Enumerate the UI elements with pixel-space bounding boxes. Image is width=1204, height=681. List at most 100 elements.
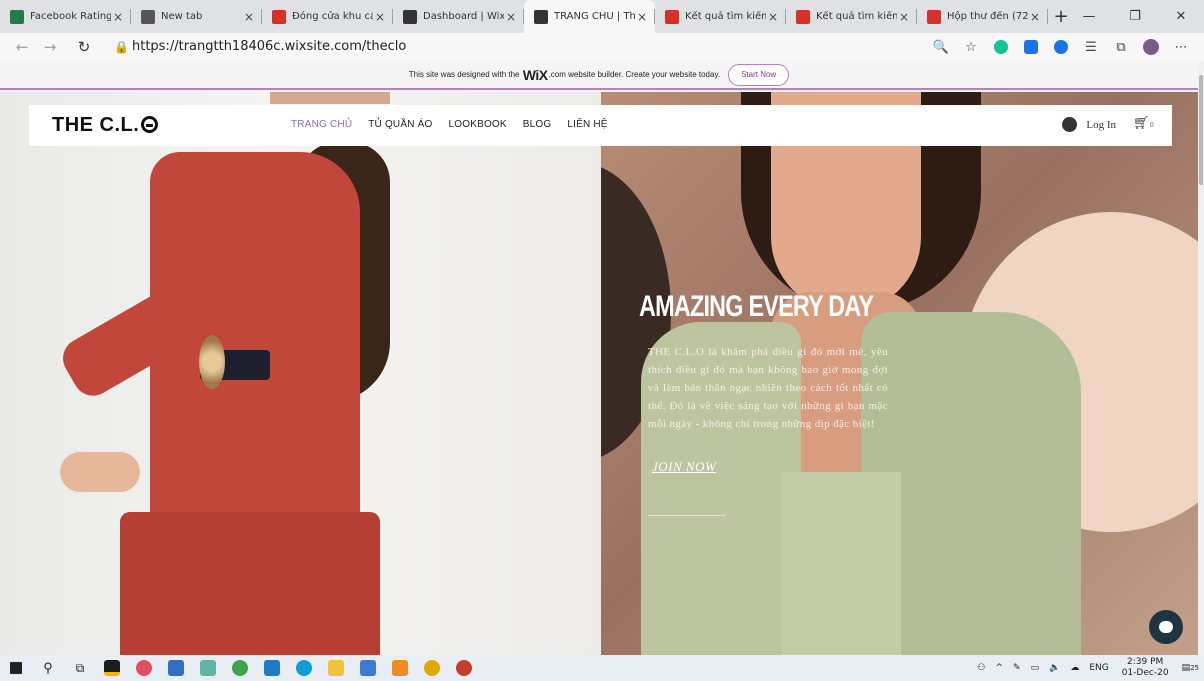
browser-tab[interactable]: New tab × — [131, 0, 262, 33]
start-windows-icon[interactable] — [0, 655, 32, 681]
window-controls: — ❐ ✕ — [1066, 0, 1204, 33]
green-top-shape — [781, 472, 901, 655]
site-logo[interactable]: THE C.L. — [52, 114, 159, 137]
tab-close-icon[interactable]: × — [373, 10, 387, 24]
app-vpn-icon[interactable] — [352, 655, 384, 681]
menu-item[interactable]: BLOG — [523, 119, 552, 130]
tab-title: Hộp thư đến (72) — [947, 11, 1028, 22]
back-arrow-icon[interactable]: ← — [8, 38, 36, 56]
forward-arrow-icon[interactable]: → — [36, 38, 64, 56]
address-bar: ← → ↻ 🔒 https://trangtth18406c.wixsite.c… — [0, 33, 1204, 61]
people-icon[interactable]: ⚇ — [977, 663, 985, 673]
profile-avatar[interactable] — [1136, 37, 1166, 57]
refresh-icon[interactable]: ↻ — [70, 38, 98, 56]
language-indicator[interactable]: ENG — [1089, 663, 1108, 673]
edge-browser-icon[interactable] — [288, 655, 320, 681]
app-orange-icon[interactable] — [384, 655, 416, 681]
user-avatar-icon — [1062, 117, 1078, 132]
notification-count: 25 — [1190, 664, 1199, 672]
battery-icon[interactable]: ▭ — [1031, 663, 1040, 673]
slides-icon — [272, 9, 286, 24]
menu-item[interactable]: LIÊN HỆ — [567, 119, 607, 130]
windows-taskbar: ⚲ ⧉ ⚇ ^ ✎ ▭ 🔈 ☁ ENG 2:39 PM 01-Dec-20 ▤2… — [0, 655, 1204, 681]
hero-image-left — [0, 92, 601, 655]
tab-close-icon[interactable]: × — [242, 10, 256, 24]
app-globe-icon[interactable] — [224, 655, 256, 681]
logo-text: THE C.L. — [52, 114, 140, 136]
scrollbar-thumb[interactable] — [1199, 75, 1203, 185]
start-now-button[interactable]: Start Now — [728, 63, 790, 86]
login-link[interactable]: Log In — [1062, 117, 1116, 132]
system-tray: ⚇ ^ ✎ ▭ 🔈 ☁ ENG 2:39 PM 01-Dec-20 ▤25 — [972, 655, 1204, 681]
menu-item[interactable]: TỦ QUẦN ÁO — [368, 119, 432, 130]
neck-shape — [270, 92, 390, 104]
restore-icon[interactable]: ❐ — [1112, 0, 1158, 33]
sheet-icon — [10, 9, 24, 24]
file-explorer-icon[interactable] — [320, 655, 352, 681]
browser-tab[interactable]: TRANG CHỦ | The × — [524, 0, 655, 33]
pen-icon[interactable]: ✎ — [1013, 663, 1021, 673]
grammarly-extension-icon[interactable] — [986, 37, 1016, 57]
browser-tab-strip: Facebook Rating.x×New tab×Đóng cửa khu c… — [0, 0, 1204, 33]
cloud-icon[interactable]: ☁ — [1070, 663, 1079, 673]
chrome-icon[interactable] — [416, 655, 448, 681]
tray-chevron-icon[interactable]: ^ — [996, 663, 1004, 673]
snip-app-icon[interactable] — [128, 655, 160, 681]
tab-list: Facebook Rating.x×New tab×Đóng cửa khu c… — [0, 0, 1048, 33]
volume-icon[interactable]: 🔈 — [1049, 663, 1060, 673]
gmail-icon — [927, 9, 941, 24]
cart-button[interactable]: 🛒︎0 — [1133, 116, 1154, 131]
chat-button[interactable] — [1149, 610, 1183, 644]
wix-banner-text-post: .com website builder. Create your websit… — [548, 70, 721, 79]
tab-close-icon[interactable]: × — [111, 10, 125, 24]
browser-tab[interactable]: Kết quả tìm kiếm -× — [786, 0, 917, 33]
tab-close-icon[interactable]: × — [897, 10, 911, 24]
tab-separator — [1047, 9, 1048, 24]
zoom-icon[interactable]: 🔍 — [926, 37, 956, 57]
url-field[interactable]: 🔒 https://trangtth18406c.wixsite.com/the… — [114, 39, 406, 54]
app-red-icon[interactable] — [448, 655, 480, 681]
notification-icon[interactable]: ▤25 — [1182, 663, 1199, 673]
tab-title: Kết quả tìm kiếm - — [816, 11, 897, 22]
tab-close-icon[interactable]: × — [504, 10, 518, 24]
more-menu-icon[interactable]: ⋯ — [1166, 37, 1196, 57]
hero-description: THE C.L.O là khám phá điều gì đó mới mẻ,… — [648, 346, 888, 430]
favorites-icon[interactable]: ☰ — [1076, 37, 1106, 57]
task-view-icon[interactable]: ⧉ — [64, 655, 96, 681]
clock-time: 2:39 PM — [1127, 657, 1164, 667]
menu-item[interactable]: TRANG CHỦ — [291, 119, 352, 130]
tab-close-icon[interactable]: × — [1028, 10, 1042, 24]
clock[interactable]: 2:39 PM 01-Dec-20 — [1122, 657, 1169, 679]
logo-eye-icon — [141, 116, 159, 133]
red-skirt-shape — [120, 512, 380, 655]
minimize-icon[interactable]: — — [1066, 0, 1112, 33]
vscode-icon[interactable] — [256, 655, 288, 681]
azure-app-icon[interactable] — [160, 655, 192, 681]
browser-tab[interactable]: Facebook Rating.x× — [0, 0, 131, 33]
browser-tab[interactable]: Dashboard | Wix.c× — [393, 0, 524, 33]
browser-tab[interactable]: Kết quả tìm kiếm -× — [655, 0, 786, 33]
tab-title: New tab — [161, 11, 203, 22]
extension-blue-icon[interactable] — [1016, 37, 1046, 57]
newtab-icon — [141, 9, 155, 24]
page-scrollbar[interactable] — [1198, 61, 1204, 655]
collections-icon[interactable]: ⧉ — [1106, 37, 1136, 57]
tab-close-icon[interactable]: × — [766, 10, 780, 24]
tab-title: Facebook Rating.x — [30, 11, 111, 22]
app-green-icon[interactable] — [192, 655, 224, 681]
close-window-icon[interactable]: ✕ — [1158, 0, 1204, 33]
wix-promo-banner: This site was designed with the WiX .com… — [0, 61, 1198, 90]
browser-toolbar: 🔍 ☆ ☰ ⧉ ⋯ — [926, 37, 1196, 57]
extension-dot-icon[interactable] — [1046, 37, 1076, 57]
browser-tab[interactable]: Hộp thư đến (72) × — [917, 0, 1048, 33]
sticky-app-icon[interactable] — [96, 655, 128, 681]
cart-count: 0 — [1149, 121, 1154, 129]
menu-item[interactable]: LOOKBOOK — [448, 119, 506, 130]
join-now-link[interactable]: JOIN NOW — [652, 459, 716, 475]
tab-close-icon[interactable]: × — [635, 10, 649, 24]
cart-icon: 🛒︎ — [1133, 116, 1150, 131]
favorite-star-icon[interactable]: ☆ — [956, 37, 986, 57]
browser-tab[interactable]: Đóng cửa khu các × — [262, 0, 393, 33]
search-icon[interactable]: ⚲ — [32, 655, 64, 681]
hand-shape — [60, 452, 140, 492]
